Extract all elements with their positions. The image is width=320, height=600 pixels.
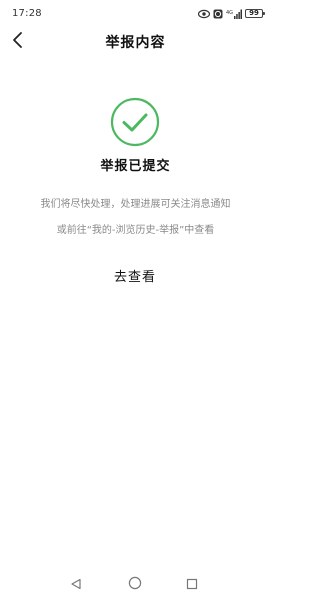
view-button[interactable]: 去查看 [95, 264, 175, 292]
result-description-line-2: 或前往“我的-浏览历史-举报”中查看 [56, 225, 215, 236]
alarm-icon [213, 4, 223, 23]
nav-recents-button[interactable] [184, 576, 200, 592]
svg-text:4G: 4G [226, 10, 233, 16]
result-description-line-1: 我们将尽快处理，处理进展可关注消息通知 [40, 199, 231, 210]
nav-home-button[interactable] [127, 576, 143, 592]
status-bar: 17:28 4G 99 [0, 0, 271, 28]
status-time: 17:28 [12, 8, 42, 19]
home-circle-icon [128, 575, 142, 594]
signal-icon: 4G [226, 4, 242, 23]
result-title: 举报已提交 [100, 159, 171, 174]
header: 举报内容 [0, 28, 271, 56]
system-nav-bar [0, 568, 271, 600]
page-title: 举报内容 [105, 35, 166, 51]
status-icons: 4G 99 [197, 7, 265, 19]
back-triangle-icon [70, 575, 82, 594]
check-circle-icon [110, 97, 160, 147]
battery-icon: 99 [245, 8, 265, 18]
nav-back-button[interactable] [68, 576, 84, 592]
eye-icon [197, 4, 211, 23]
result-description: 我们将尽快处理，处理进展可关注消息通知 或前往“我的-浏览历史-举报”中查看 [0, 192, 271, 244]
recents-square-icon [186, 575, 198, 594]
